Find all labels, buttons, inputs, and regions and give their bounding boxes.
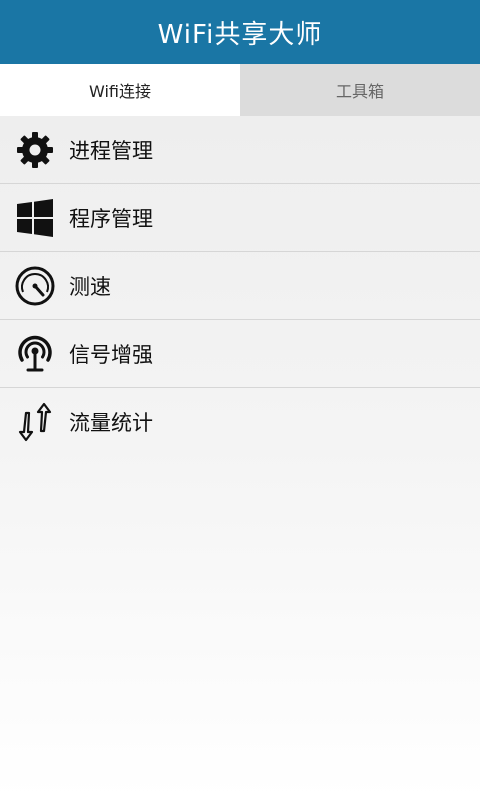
list-item-signal-boost[interactable]: 信号增强	[0, 320, 480, 388]
list-item-label: 程序管理	[69, 206, 153, 231]
list-item-app-manager[interactable]: 程序管理	[0, 184, 480, 252]
list-item-label: 测速	[69, 274, 111, 299]
app-title: WiFi共享大师	[157, 19, 323, 50]
windows-icon	[13, 196, 57, 240]
list-item-label: 流量统计	[69, 411, 153, 435]
tab-toolbox[interactable]: 工具箱	[240, 64, 480, 116]
gear-icon	[13, 128, 57, 172]
list-item-process-manager[interactable]: 进程管理	[0, 116, 480, 184]
tool-list: 进程管理 程序管理 测速 信号增强 流量统计	[0, 116, 480, 456]
tab-wifi-connect[interactable]: Wifi连接	[0, 64, 240, 116]
tab-bar: Wifi连接 工具箱	[0, 64, 480, 116]
traffic-arrows-icon	[13, 400, 57, 444]
list-item-label: 进程管理	[69, 138, 153, 163]
speedometer-icon	[13, 264, 57, 308]
list-item-speed-test[interactable]: 测速	[0, 252, 480, 320]
app-title-bar: WiFi共享大师	[0, 0, 480, 64]
list-item-traffic-stats[interactable]: 流量统计	[0, 388, 480, 456]
signal-antenna-icon	[13, 332, 57, 376]
list-item-label: 信号增强	[69, 342, 153, 367]
